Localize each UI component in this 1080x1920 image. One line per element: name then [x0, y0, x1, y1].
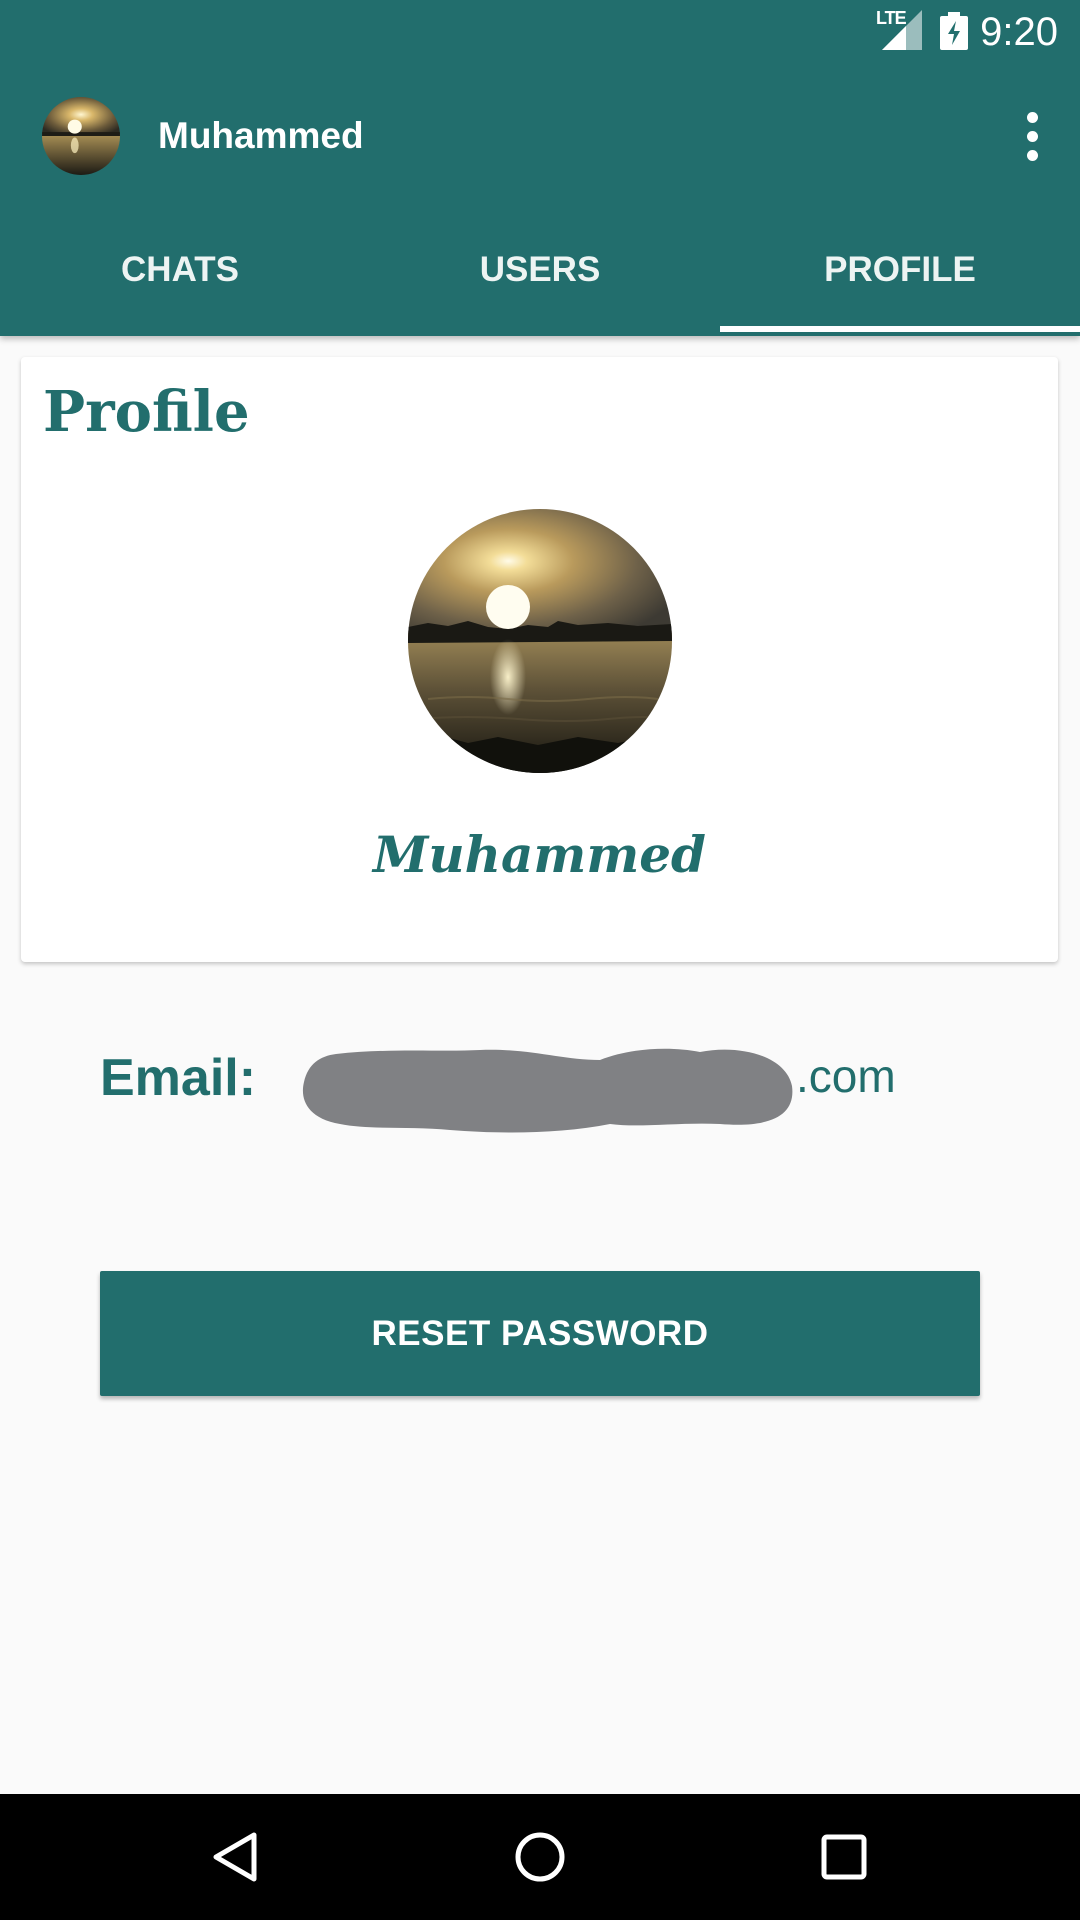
lte-signal-icon: [882, 10, 922, 50]
email-label: Email:: [100, 1049, 257, 1107]
tab-bar: CHATS USERS PROFILE: [0, 211, 1080, 336]
app-bar: LTE 9:20 Muhammed CHATS USERS PROFILE: [0, 0, 1080, 336]
status-time: 9:20: [980, 10, 1058, 54]
menu-dot: [1026, 149, 1038, 161]
avatar[interactable]: [42, 97, 120, 175]
tab-chats[interactable]: CHATS: [0, 211, 360, 336]
profile-photo[interactable]: [408, 509, 672, 773]
sunset-lake-avatar-icon: [42, 97, 120, 175]
toolbar: Muhammed: [0, 63, 1080, 211]
profile-name: Muhammed: [372, 825, 707, 884]
battery-charging-icon: [940, 12, 968, 50]
more-vert-icon[interactable]: [1008, 103, 1056, 169]
toolbar-title: Muhammed: [158, 115, 364, 156]
profile-card: Profile Muhammed: [21, 357, 1058, 962]
sunset-lake-photo-icon: [408, 509, 672, 773]
menu-dot: [1026, 111, 1038, 123]
reset-password-label: RESET PASSWORD: [371, 1313, 709, 1353]
email-redaction-mark: [302, 1048, 793, 1133]
page-title: Profile: [43, 379, 250, 445]
menu-dot: [1026, 130, 1038, 142]
tab-users[interactable]: USERS: [360, 211, 720, 336]
status-bar: LTE 9:20: [0, 0, 1080, 63]
home-circle-icon[interactable]: [510, 1827, 570, 1887]
navigation-bar: [0, 1794, 1080, 1920]
tab-profile-label: PROFILE: [824, 249, 976, 289]
reset-password-button[interactable]: RESET PASSWORD: [100, 1271, 980, 1396]
recents-square-icon[interactable]: [814, 1827, 874, 1887]
tab-indicator: [720, 326, 1080, 332]
tab-users-label: USERS: [479, 249, 601, 289]
tab-chats-label: CHATS: [121, 249, 239, 289]
back-triangle-icon[interactable]: [206, 1827, 266, 1887]
tab-profile[interactable]: PROFILE: [720, 211, 1080, 336]
email-value-suffix: .com: [796, 1050, 896, 1102]
